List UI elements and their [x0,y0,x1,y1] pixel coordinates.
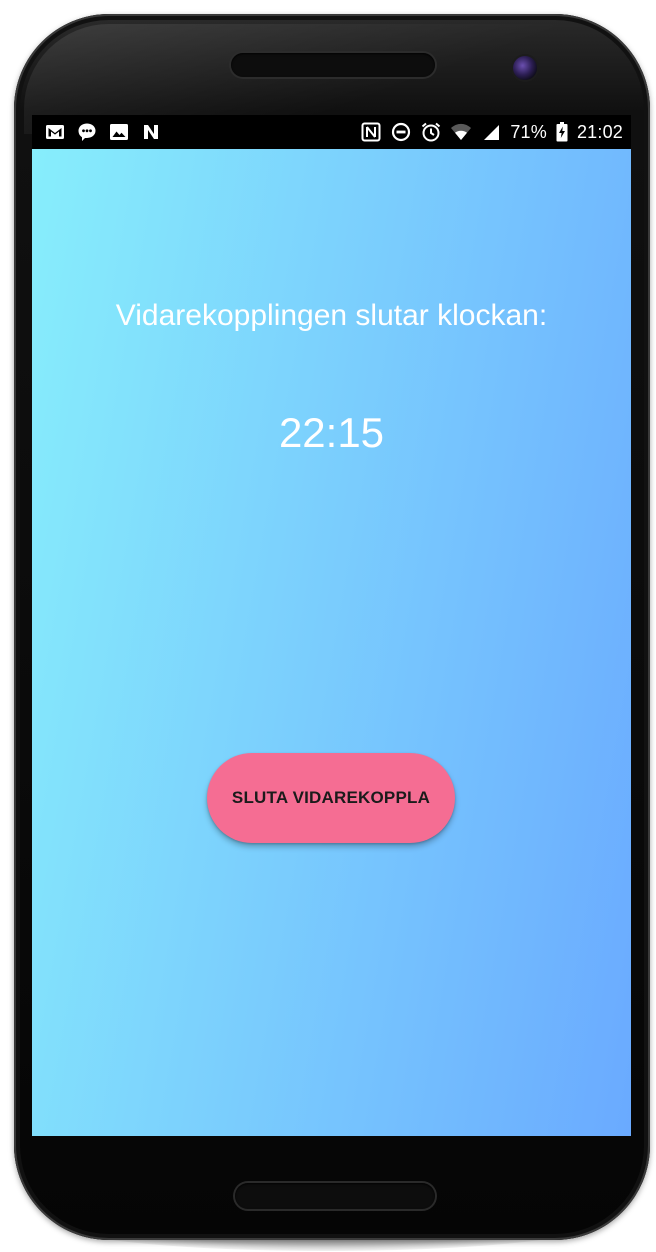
alarm-icon [420,121,442,143]
signal-icon [480,121,502,143]
front-camera [513,56,537,80]
gmail-icon [44,121,66,143]
battery-charging-icon [555,121,569,143]
app-content: Vidarekopplingen slutar klockan: 22:15 S… [32,149,631,1136]
forwarding-end-time: 22:15 [278,409,385,456]
battery-percent: 71% [510,121,547,142]
wifi-icon [450,121,472,143]
chat-bubble-icon [76,121,98,143]
phone-screen: 71% 21:02 Vidarekopplingen slutar klocka… [32,115,631,1136]
notification-icons [44,121,162,143]
top-speaker [231,53,435,77]
forwarding-end-message: Vidarekopplingen slutar klockan: [115,299,548,332]
status-time: 21:02 [576,121,623,142]
nfc-icon [360,121,382,143]
bottom-speaker [235,1183,435,1209]
status-bar: 71% 21:02 [32,115,631,149]
system-icons: 71% 21:02 [360,121,623,143]
stop-forwarding-button[interactable]: SLUTA VIDAREKOPPLA [207,753,455,843]
do-not-disturb-icon [390,121,412,143]
n-app-icon [140,121,162,143]
phone-frame: 71% 21:02 Vidarekopplingen slutar klocka… [14,14,650,1240]
image-icon [108,121,130,143]
